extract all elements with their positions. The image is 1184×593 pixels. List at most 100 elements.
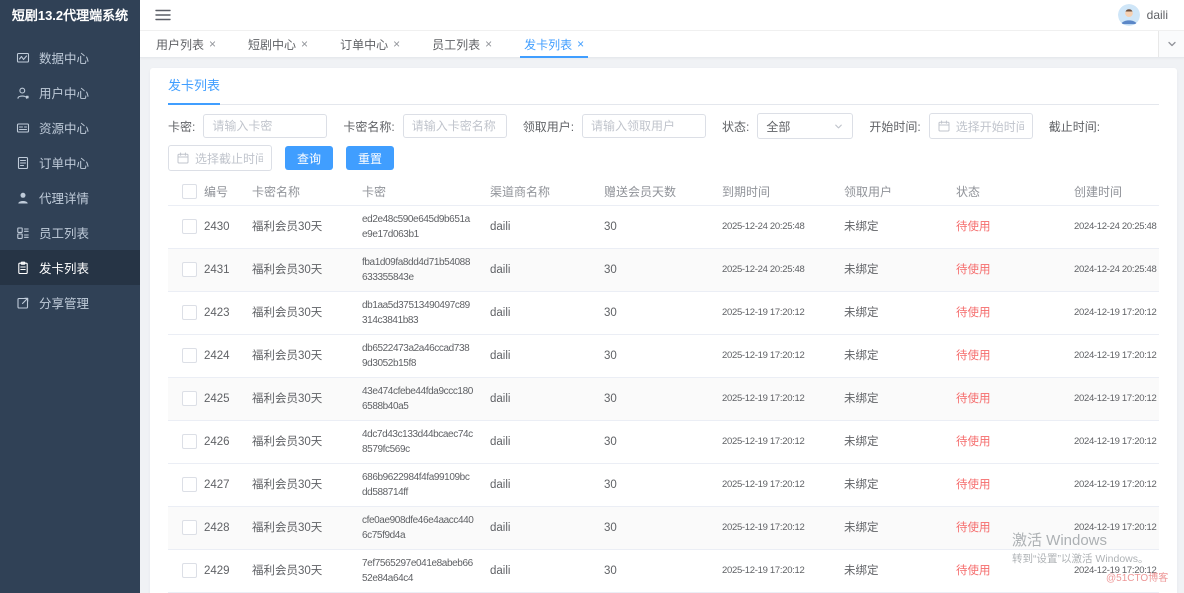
cell-status: 待使用 — [956, 477, 1074, 494]
user-center-icon — [16, 86, 30, 100]
cell-create-time: 2024-12-19 17:20:12 — [1074, 435, 1163, 449]
row-checkbox[interactable] — [182, 391, 197, 406]
cell-id: 2428 — [204, 520, 252, 537]
cell-expire-time: 2025-12-19 17:20:12 — [722, 521, 844, 535]
cell-gift-days: 30 — [604, 434, 722, 451]
cell-status: 待使用 — [956, 520, 1074, 537]
row-checkbox[interactable] — [182, 262, 197, 277]
row-checkbox[interactable] — [182, 477, 197, 492]
filter-row-1: 卡密: 卡密名称: 领取用户: 状态: — [168, 114, 1159, 138]
sidebar-item-order-center[interactable]: 订单中心 — [0, 145, 140, 180]
chevron-down-icon — [833, 121, 844, 132]
table-row: 2426 福利会员30天 4dc7d43c133d44bcaec74c8579f… — [168, 421, 1159, 464]
card-panel: 发卡列表 卡密: 卡密名称: 领取用户: — [150, 68, 1177, 593]
row-checkbox[interactable] — [182, 348, 197, 363]
cell-id: 2424 — [204, 348, 252, 365]
cell-status: 待使用 — [956, 348, 1074, 365]
reset-button[interactable]: 重置 — [346, 146, 394, 170]
cell-channel: daili — [490, 477, 604, 494]
sidebar-item-data-center[interactable]: 数据中心 — [0, 40, 140, 75]
sidebar-item-card-list[interactable]: 发卡列表 — [0, 250, 140, 285]
cell-card-name: 福利会员30天 — [252, 477, 362, 494]
hamburger-menu-icon[interactable] — [155, 8, 171, 22]
cell-card-name: 福利会员30天 — [252, 305, 362, 322]
cell-gift-days: 30 — [604, 348, 722, 365]
user-avatar — [1118, 4, 1140, 26]
tab-staff-list[interactable]: 员工列表 × — [428, 31, 496, 57]
filter-row-2: 选择截止时间 查询 重置 — [168, 146, 1159, 170]
tab-card-list[interactable]: 发卡列表 × — [520, 31, 588, 57]
status-label: 状态: — [722, 118, 749, 135]
cell-create-time: 2024-12-19 17:20:12 — [1074, 349, 1163, 363]
tab-close-icon[interactable]: × — [393, 38, 400, 50]
cell-channel: daili — [490, 563, 604, 580]
receiver-input[interactable] — [582, 114, 706, 138]
cell-expire-time: 2025-12-19 17:20:12 — [722, 306, 844, 320]
cell-create-time: 2024-12-24 20:25:48 — [1074, 220, 1163, 234]
cell-channel: daili — [490, 520, 604, 537]
start-time-label: 开始时间: — [869, 118, 920, 135]
panel-tabs: 发卡列表 — [168, 68, 1159, 105]
order-center-icon — [16, 156, 30, 170]
cell-gift-days: 30 — [604, 391, 722, 408]
cell-expire-time: 2025-12-19 17:20:12 — [722, 349, 844, 363]
cell-id: 2423 — [204, 305, 252, 322]
cell-id: 2430 — [204, 219, 252, 236]
cell-receiver: 未绑定 — [844, 520, 956, 537]
cell-receiver: 未绑定 — [844, 219, 956, 236]
kami-input[interactable] — [203, 114, 327, 138]
cell-card-name: 福利会员30天 — [252, 434, 362, 451]
start-time-input[interactable]: 选择开始时间 — [929, 113, 1033, 139]
column-header: 创建时间 — [1074, 183, 1159, 200]
cell-expire-time: 2025-12-19 17:20:12 — [722, 478, 844, 492]
agent-detail-icon — [16, 191, 30, 205]
row-checkbox[interactable] — [182, 219, 197, 234]
sidebar-item-resource-center[interactable]: 资源中心 — [0, 110, 140, 145]
row-checkbox[interactable] — [182, 563, 197, 578]
user-menu[interactable]: daili — [1118, 4, 1168, 26]
tab-order-center[interactable]: 订单中心 × — [336, 31, 404, 57]
search-button[interactable]: 查询 — [285, 146, 333, 170]
table-body: 2430 福利会员30天 ed2e48c590e645d9b651ae9e17d… — [168, 206, 1159, 593]
tab-close-icon[interactable]: × — [209, 38, 216, 50]
staff-list-icon — [16, 226, 30, 240]
receiver-label: 领取用户: — [523, 118, 574, 135]
column-header: 到期时间 — [722, 183, 844, 200]
sidebar-nav: 数据中心 用户中心 资源中心 订单中心 代理详情 员工列表 发卡列表 分享管理 — [0, 32, 140, 320]
row-checkbox[interactable] — [182, 520, 197, 535]
tab-close-icon[interactable]: × — [577, 38, 584, 50]
status-select[interactable]: 全部 — [757, 113, 853, 139]
tab-drama-center[interactable]: 短剧中心 × — [244, 31, 312, 57]
column-header: 赠送会员天数 — [604, 183, 722, 200]
tab-list-dropdown-button[interactable] — [1158, 31, 1184, 57]
cell-id: 2425 — [204, 391, 252, 408]
sidebar-item-share-manage[interactable]: 分享管理 — [0, 285, 140, 320]
table-row: 2431 福利会员30天 fba1d09fa8dd4d71b5408863335… — [168, 249, 1159, 292]
cell-id: 2429 — [204, 563, 252, 580]
status-select-value: 全部 — [766, 118, 790, 135]
cell-channel: daili — [490, 391, 604, 408]
end-time-input[interactable]: 选择截止时间 — [168, 145, 272, 171]
cell-expire-time: 2025-12-19 17:20:12 — [722, 564, 844, 578]
data-table: 编号卡密名称卡密渠道商名称赠送会员天数到期时间领取用户状态创建时间 2430 福… — [168, 178, 1159, 593]
table-row: 2423 福利会员30天 db1aa5d37513490497c89314c38… — [168, 292, 1159, 335]
cell-receiver: 未绑定 — [844, 434, 956, 451]
sidebar-item-user-center[interactable]: 用户中心 — [0, 75, 140, 110]
cell-card-code: db6522473a2a46ccad7389d3052b15f8 — [362, 341, 490, 371]
tab-close-icon[interactable]: × — [485, 38, 492, 50]
panel-tab-card-list[interactable]: 发卡列表 — [168, 75, 220, 105]
cell-channel: daili — [490, 434, 604, 451]
app-title: 短剧13.2代理端系统 — [0, 0, 140, 32]
card-name-input[interactable] — [403, 114, 507, 138]
share-manage-icon — [16, 296, 30, 310]
tab-close-icon[interactable]: × — [301, 38, 308, 50]
row-checkbox[interactable] — [182, 434, 197, 449]
row-checkbox[interactable] — [182, 305, 197, 320]
cell-receiver: 未绑定 — [844, 262, 956, 279]
tab-user-list[interactable]: 用户列表 × — [152, 31, 220, 57]
sidebar-item-agent-detail[interactable]: 代理详情 — [0, 180, 140, 215]
sidebar-item-staff-list[interactable]: 员工列表 — [0, 215, 140, 250]
cell-card-code: 43e474cfebe44fda9ccc1806588b40a5 — [362, 384, 490, 414]
select-all-checkbox[interactable] — [182, 184, 197, 199]
cell-card-code: db1aa5d37513490497c89314c3841b83 — [362, 298, 490, 328]
